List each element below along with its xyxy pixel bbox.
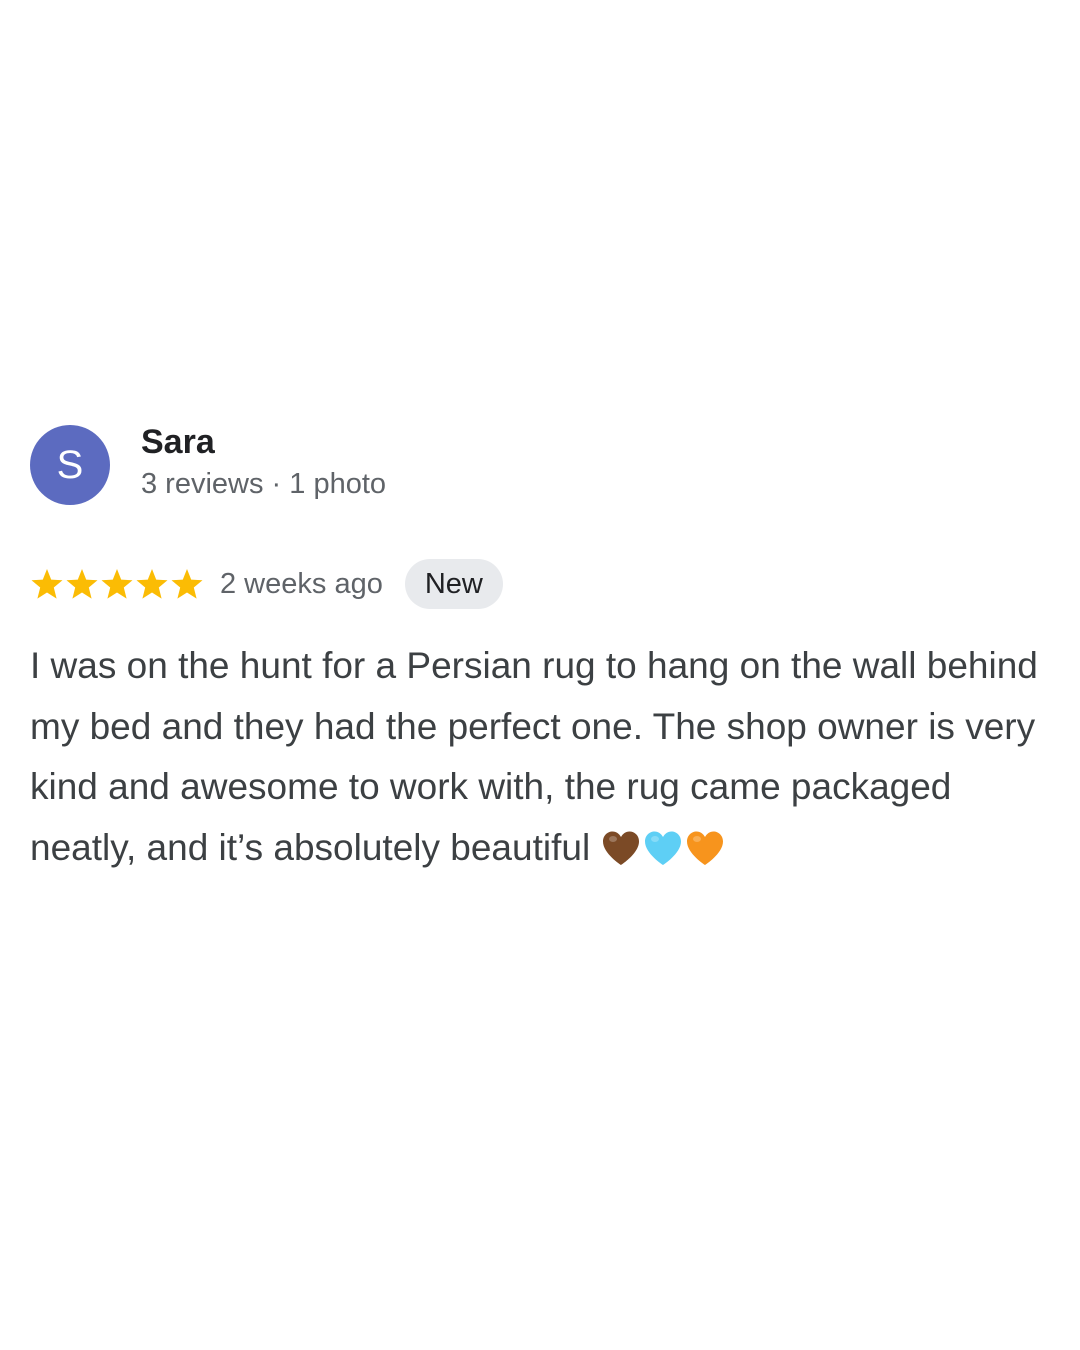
review-date: 2 weeks ago bbox=[220, 567, 383, 600]
review-text: I was on the hunt for a Persian rug to h… bbox=[30, 645, 1038, 868]
review-body: I was on the hunt for a Persian rug to h… bbox=[30, 636, 1050, 878]
star-icon bbox=[135, 567, 169, 601]
light-blue-heart-icon bbox=[642, 828, 684, 868]
star-icon bbox=[100, 567, 134, 601]
orange-heart-icon bbox=[684, 828, 726, 868]
avatar[interactable]: S bbox=[30, 425, 110, 505]
emoji-group bbox=[600, 827, 726, 868]
author-info: Sara 3 reviews · 1 photo bbox=[141, 423, 387, 502]
review-header: S Sara 3 reviews · 1 photo bbox=[30, 423, 1050, 506]
star-icon bbox=[170, 567, 204, 601]
star-icon bbox=[30, 567, 64, 601]
review-card: S Sara 3 reviews · 1 photo 2 weeks ago N… bbox=[30, 423, 1050, 878]
new-badge: New bbox=[404, 559, 503, 609]
reviewer-name[interactable]: Sara bbox=[141, 422, 386, 462]
brown-heart-icon bbox=[600, 828, 642, 868]
reviewer-meta: 3 reviews · 1 photo bbox=[141, 468, 387, 500]
star-icon bbox=[65, 567, 99, 601]
star-rating bbox=[30, 567, 205, 601]
rating-row: 2 weeks ago New bbox=[30, 558, 1050, 610]
